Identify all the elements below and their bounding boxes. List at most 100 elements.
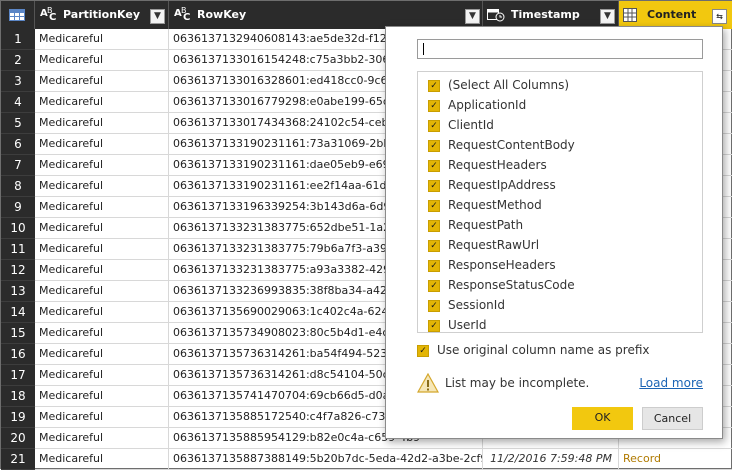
partitionkey-cell[interactable]: Medicareful bbox=[35, 92, 169, 113]
content-cell[interactable]: Record bbox=[619, 449, 732, 470]
row-number[interactable]: 5 bbox=[1, 113, 35, 134]
column-checkbox-item[interactable]: ✓ ClientId bbox=[428, 115, 494, 135]
column-name-label: SessionId bbox=[448, 298, 505, 312]
warning-text: List may be incomplete. bbox=[445, 376, 590, 390]
column-checkbox-item[interactable]: ✓ RequestIpAddress bbox=[428, 175, 556, 195]
checkbox-checked-icon[interactable]: ✓ bbox=[428, 159, 440, 172]
row-number[interactable]: 8 bbox=[1, 176, 35, 197]
row-number[interactable]: 4 bbox=[1, 92, 35, 113]
filter-dropdown-button[interactable]: ▼ bbox=[465, 9, 480, 24]
load-more-link[interactable]: Load more bbox=[639, 376, 703, 390]
checkbox-checked-icon[interactable]: ✓ bbox=[428, 99, 440, 112]
partitionkey-cell[interactable]: Medicareful bbox=[35, 218, 169, 239]
row-number[interactable]: 13 bbox=[1, 281, 35, 302]
select-all-columns-item[interactable]: ✓ (Select All Columns) bbox=[428, 75, 569, 95]
row-number[interactable]: 6 bbox=[1, 134, 35, 155]
partitionkey-cell[interactable]: Medicareful bbox=[35, 365, 169, 386]
checkbox-checked-icon[interactable]: ✓ bbox=[428, 259, 440, 272]
partitionkey-cell[interactable]: Medicareful bbox=[35, 155, 169, 176]
checkbox-checked-icon[interactable]: ✓ bbox=[428, 79, 440, 92]
table-type-icon bbox=[623, 8, 637, 22]
checkbox-checked-icon[interactable]: ✓ bbox=[428, 279, 440, 292]
column-checkbox-item[interactable]: ✓ RequestContentBody bbox=[428, 135, 575, 155]
row-number[interactable]: 11 bbox=[1, 239, 35, 260]
checkbox-checked-icon[interactable]: ✓ bbox=[428, 119, 440, 132]
column-checkbox-item[interactable]: ✓ ResponseStatusCode bbox=[428, 275, 575, 295]
partitionkey-cell[interactable]: Medicareful bbox=[35, 176, 169, 197]
partitionkey-cell[interactable]: Medicareful bbox=[35, 344, 169, 365]
row-number[interactable]: 19 bbox=[1, 407, 35, 428]
column-header-rowkey[interactable]: ABC RowKey ▼ bbox=[169, 1, 483, 29]
row-number[interactable]: 15 bbox=[1, 323, 35, 344]
column-checkbox-item[interactable]: ✓ RequestPath bbox=[428, 215, 523, 235]
column-search-input[interactable] bbox=[417, 39, 703, 59]
table-icon bbox=[9, 9, 25, 21]
partitionkey-cell[interactable]: Medicareful bbox=[35, 281, 169, 302]
checkbox-checked-icon[interactable]: ✓ bbox=[428, 239, 440, 252]
column-header-timestamp[interactable]: Timestamp ▼ bbox=[483, 1, 619, 29]
partitionkey-cell[interactable]: Medicareful bbox=[35, 323, 169, 344]
row-number[interactable]: 2 bbox=[1, 50, 35, 71]
table-row[interactable]: 21 Medicareful 0636137135887388149:5b20b7d… bbox=[1, 449, 732, 470]
filter-dropdown-button[interactable]: ▼ bbox=[150, 9, 165, 24]
partitionkey-cell[interactable]: Medicareful bbox=[35, 29, 169, 50]
column-checkbox-list: ✓ (Select All Columns) ✓ ApplicationId ✓ Clie… bbox=[417, 71, 703, 333]
partitionkey-cell[interactable]: Medicareful bbox=[35, 407, 169, 428]
row-number[interactable]: 9 bbox=[1, 197, 35, 218]
checkbox-checked-icon[interactable]: ✓ bbox=[428, 299, 440, 312]
column-title: RowKey bbox=[197, 8, 247, 21]
column-checkbox-item[interactable]: ✓ RequestHeaders bbox=[428, 155, 547, 175]
row-number[interactable]: 1 bbox=[1, 29, 35, 50]
row-number[interactable]: 3 bbox=[1, 71, 35, 92]
row-number[interactable]: 10 bbox=[1, 218, 35, 239]
rowkey-cell[interactable]: 0636137135887388149:5b20b7dc-5eda-42d2-a… bbox=[169, 449, 483, 470]
column-name-label: RequestIpAddress bbox=[448, 178, 556, 192]
partitionkey-cell[interactable]: Medicareful bbox=[35, 449, 169, 470]
checkbox-checked-icon[interactable]: ✓ bbox=[428, 319, 440, 332]
partitionkey-cell[interactable]: Medicareful bbox=[35, 113, 169, 134]
text-caret bbox=[423, 43, 424, 55]
checkbox-checked-icon[interactable]: ✓ bbox=[428, 179, 440, 192]
row-number[interactable]: 14 bbox=[1, 302, 35, 323]
cancel-button[interactable]: Cancel bbox=[642, 407, 703, 430]
text-type-icon: ABC bbox=[174, 6, 191, 23]
column-checkbox-item[interactable]: ✓ ApplicationId bbox=[428, 95, 526, 115]
column-checkbox-item[interactable]: ✓ UserId bbox=[428, 315, 487, 335]
row-number[interactable]: 20 bbox=[1, 428, 35, 449]
warning-icon bbox=[417, 373, 439, 393]
checkbox-checked-icon[interactable]: ✓ bbox=[428, 199, 440, 212]
partitionkey-cell[interactable]: Medicareful bbox=[35, 134, 169, 155]
row-number[interactable]: 17 bbox=[1, 365, 35, 386]
row-number[interactable]: 21 bbox=[1, 449, 35, 470]
partitionkey-cell[interactable]: Medicareful bbox=[35, 428, 169, 449]
partitionkey-cell[interactable]: Medicareful bbox=[35, 71, 169, 92]
column-name-label: RequestRawUrl bbox=[448, 238, 540, 252]
column-name-label: (Select All Columns) bbox=[448, 78, 570, 92]
ok-button[interactable]: OK bbox=[572, 407, 633, 430]
timestamp-cell[interactable]: 11/2/2016 7:59:48 PM bbox=[483, 449, 619, 470]
table-menu-button[interactable] bbox=[1, 1, 35, 29]
row-number[interactable]: 16 bbox=[1, 344, 35, 365]
partitionkey-cell[interactable]: Medicareful bbox=[35, 386, 169, 407]
row-number[interactable]: 18 bbox=[1, 386, 35, 407]
checkbox-checked-icon[interactable]: ✓ bbox=[428, 219, 440, 232]
expand-column-icon[interactable]: ⇆ bbox=[712, 9, 727, 24]
column-checkbox-item[interactable]: ✓ SessionId bbox=[428, 295, 505, 315]
column-header-partitionkey[interactable]: ABC PartitionKey ▼ bbox=[35, 1, 169, 29]
row-number[interactable]: 7 bbox=[1, 155, 35, 176]
partitionkey-cell[interactable]: Medicareful bbox=[35, 197, 169, 218]
partitionkey-cell[interactable]: Medicareful bbox=[35, 50, 169, 71]
column-header-content[interactable]: Content ⇆ bbox=[619, 1, 732, 29]
column-name-label: ClientId bbox=[448, 118, 494, 132]
partitionkey-cell[interactable]: Medicareful bbox=[35, 239, 169, 260]
column-checkbox-item[interactable]: ✓ RequestRawUrl bbox=[428, 235, 539, 255]
use-prefix-option[interactable]: ✓ Use original column name as prefix bbox=[417, 340, 649, 360]
checkbox-checked-icon[interactable]: ✓ bbox=[428, 139, 440, 152]
column-checkbox-item[interactable]: ✓ ResponseHeaders bbox=[428, 255, 556, 275]
partitionkey-cell[interactable]: Medicareful bbox=[35, 260, 169, 281]
checkbox-checked-icon[interactable]: ✓ bbox=[417, 344, 429, 357]
partitionkey-cell[interactable]: Medicareful bbox=[35, 302, 169, 323]
column-checkbox-item[interactable]: ✓ RequestMethod bbox=[428, 195, 542, 215]
filter-dropdown-button[interactable]: ▼ bbox=[600, 9, 615, 24]
row-number[interactable]: 12 bbox=[1, 260, 35, 281]
